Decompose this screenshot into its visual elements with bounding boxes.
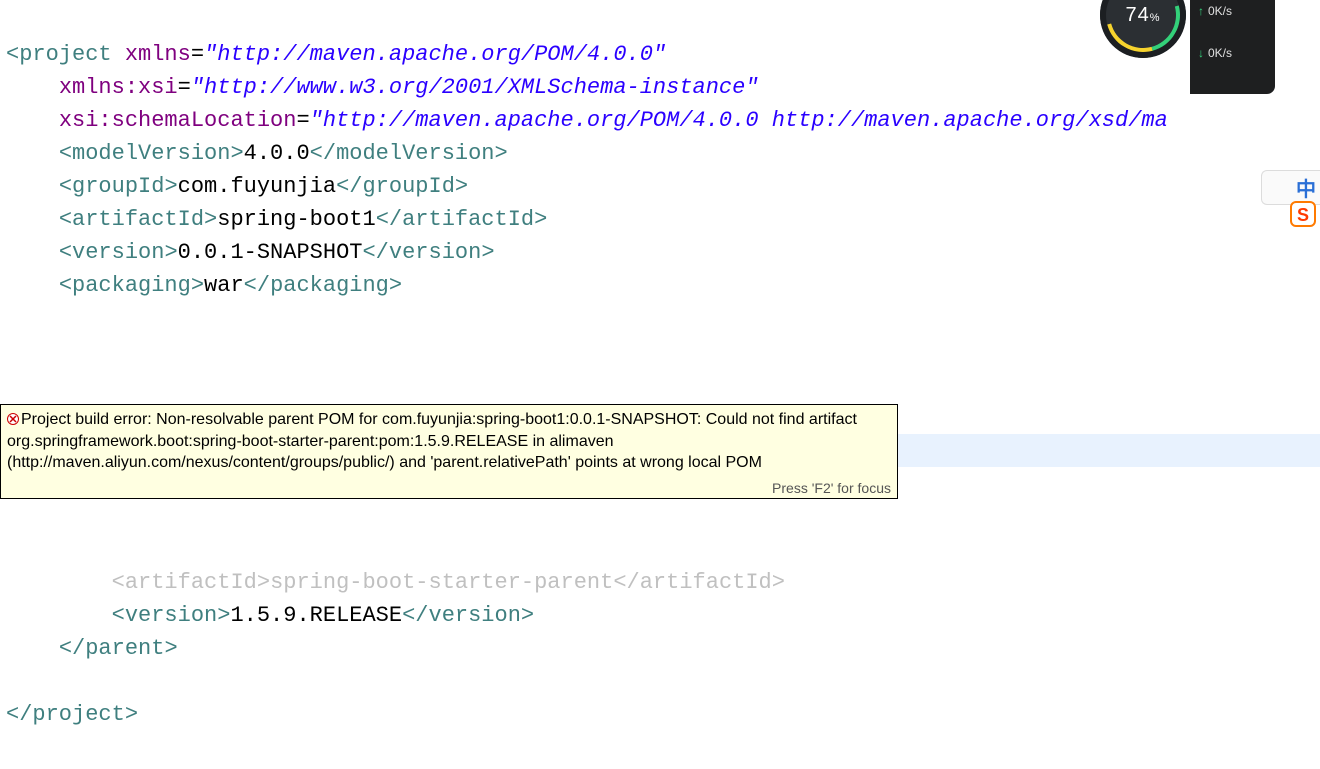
code-editor[interactable]: <project xmlns="http://maven.apache.org/… bbox=[0, 0, 1320, 769]
tag-version: version bbox=[72, 240, 164, 265]
error-tooltip[interactable]: Project build error: Non-resolvable pare… bbox=[0, 404, 898, 499]
tag-packaging: packaging bbox=[72, 273, 191, 298]
download-speed: 0K/s bbox=[1208, 46, 1232, 60]
val-packaging: war bbox=[204, 273, 244, 298]
download-icon: ↓ bbox=[1198, 46, 1204, 60]
val-xmlns-xsi: "http://www.w3.org/2001/XMLSchema-instan… bbox=[191, 75, 759, 100]
tooltip-hint: Press 'F2' for focus bbox=[7, 480, 891, 496]
tag-parent-close: parent bbox=[85, 636, 164, 661]
attr-schema-location: xsi:schemaLocation bbox=[59, 108, 297, 133]
svg-text:S: S bbox=[1297, 205, 1309, 225]
equals: = bbox=[191, 42, 204, 67]
tag-open-bracket: < bbox=[6, 42, 19, 67]
val-schema-location: "http://maven.apache.org/POM/4.0.0 http:… bbox=[310, 108, 1168, 133]
val-version: 0.0.1-SNAPSHOT bbox=[178, 240, 363, 265]
val-xmlns: "http://maven.apache.org/POM/4.0.0" bbox=[204, 42, 666, 67]
error-message-text: Project build error: Non-resolvable pare… bbox=[7, 411, 857, 471]
tag-modelversion: modelVersion bbox=[72, 141, 230, 166]
upload-icon: ↑ bbox=[1198, 4, 1204, 18]
ime-indicator[interactable]: S 中 bbox=[1261, 170, 1320, 205]
net-speed-panel: ↑ 0K/s ↓ 0K/s bbox=[1190, 0, 1275, 94]
ime-language: 中 bbox=[1296, 173, 1316, 202]
tag-project-close: project bbox=[32, 702, 124, 727]
tag-artifactid: artifactId bbox=[72, 207, 204, 232]
sogou-logo-icon: S bbox=[1266, 175, 1292, 201]
upload-speed: 0K/s bbox=[1208, 4, 1232, 18]
attr-xmlns-xsi: xmlns:xsi bbox=[59, 75, 178, 100]
tag-parent-version: version bbox=[125, 603, 217, 628]
attr-xmlns: xmlns bbox=[125, 42, 191, 67]
network-monitor-widget[interactable]: 74% ↑0K/s ↓0K/s bbox=[1100, 0, 1275, 37]
error-message: Project build error: Non-resolvable pare… bbox=[7, 409, 891, 474]
obscured-line: <artifactId> bbox=[112, 570, 270, 595]
error-icon bbox=[7, 413, 19, 425]
val-artifactid: spring-boot1 bbox=[217, 207, 375, 232]
val-groupid: com.fuyunjia bbox=[178, 174, 336, 199]
val-parent-version: 1.5.9.RELEASE bbox=[230, 603, 402, 628]
tag-groupid: groupId bbox=[72, 174, 164, 199]
tag-project: project bbox=[19, 42, 111, 67]
val-modelversion: 4.0.0 bbox=[244, 141, 310, 166]
